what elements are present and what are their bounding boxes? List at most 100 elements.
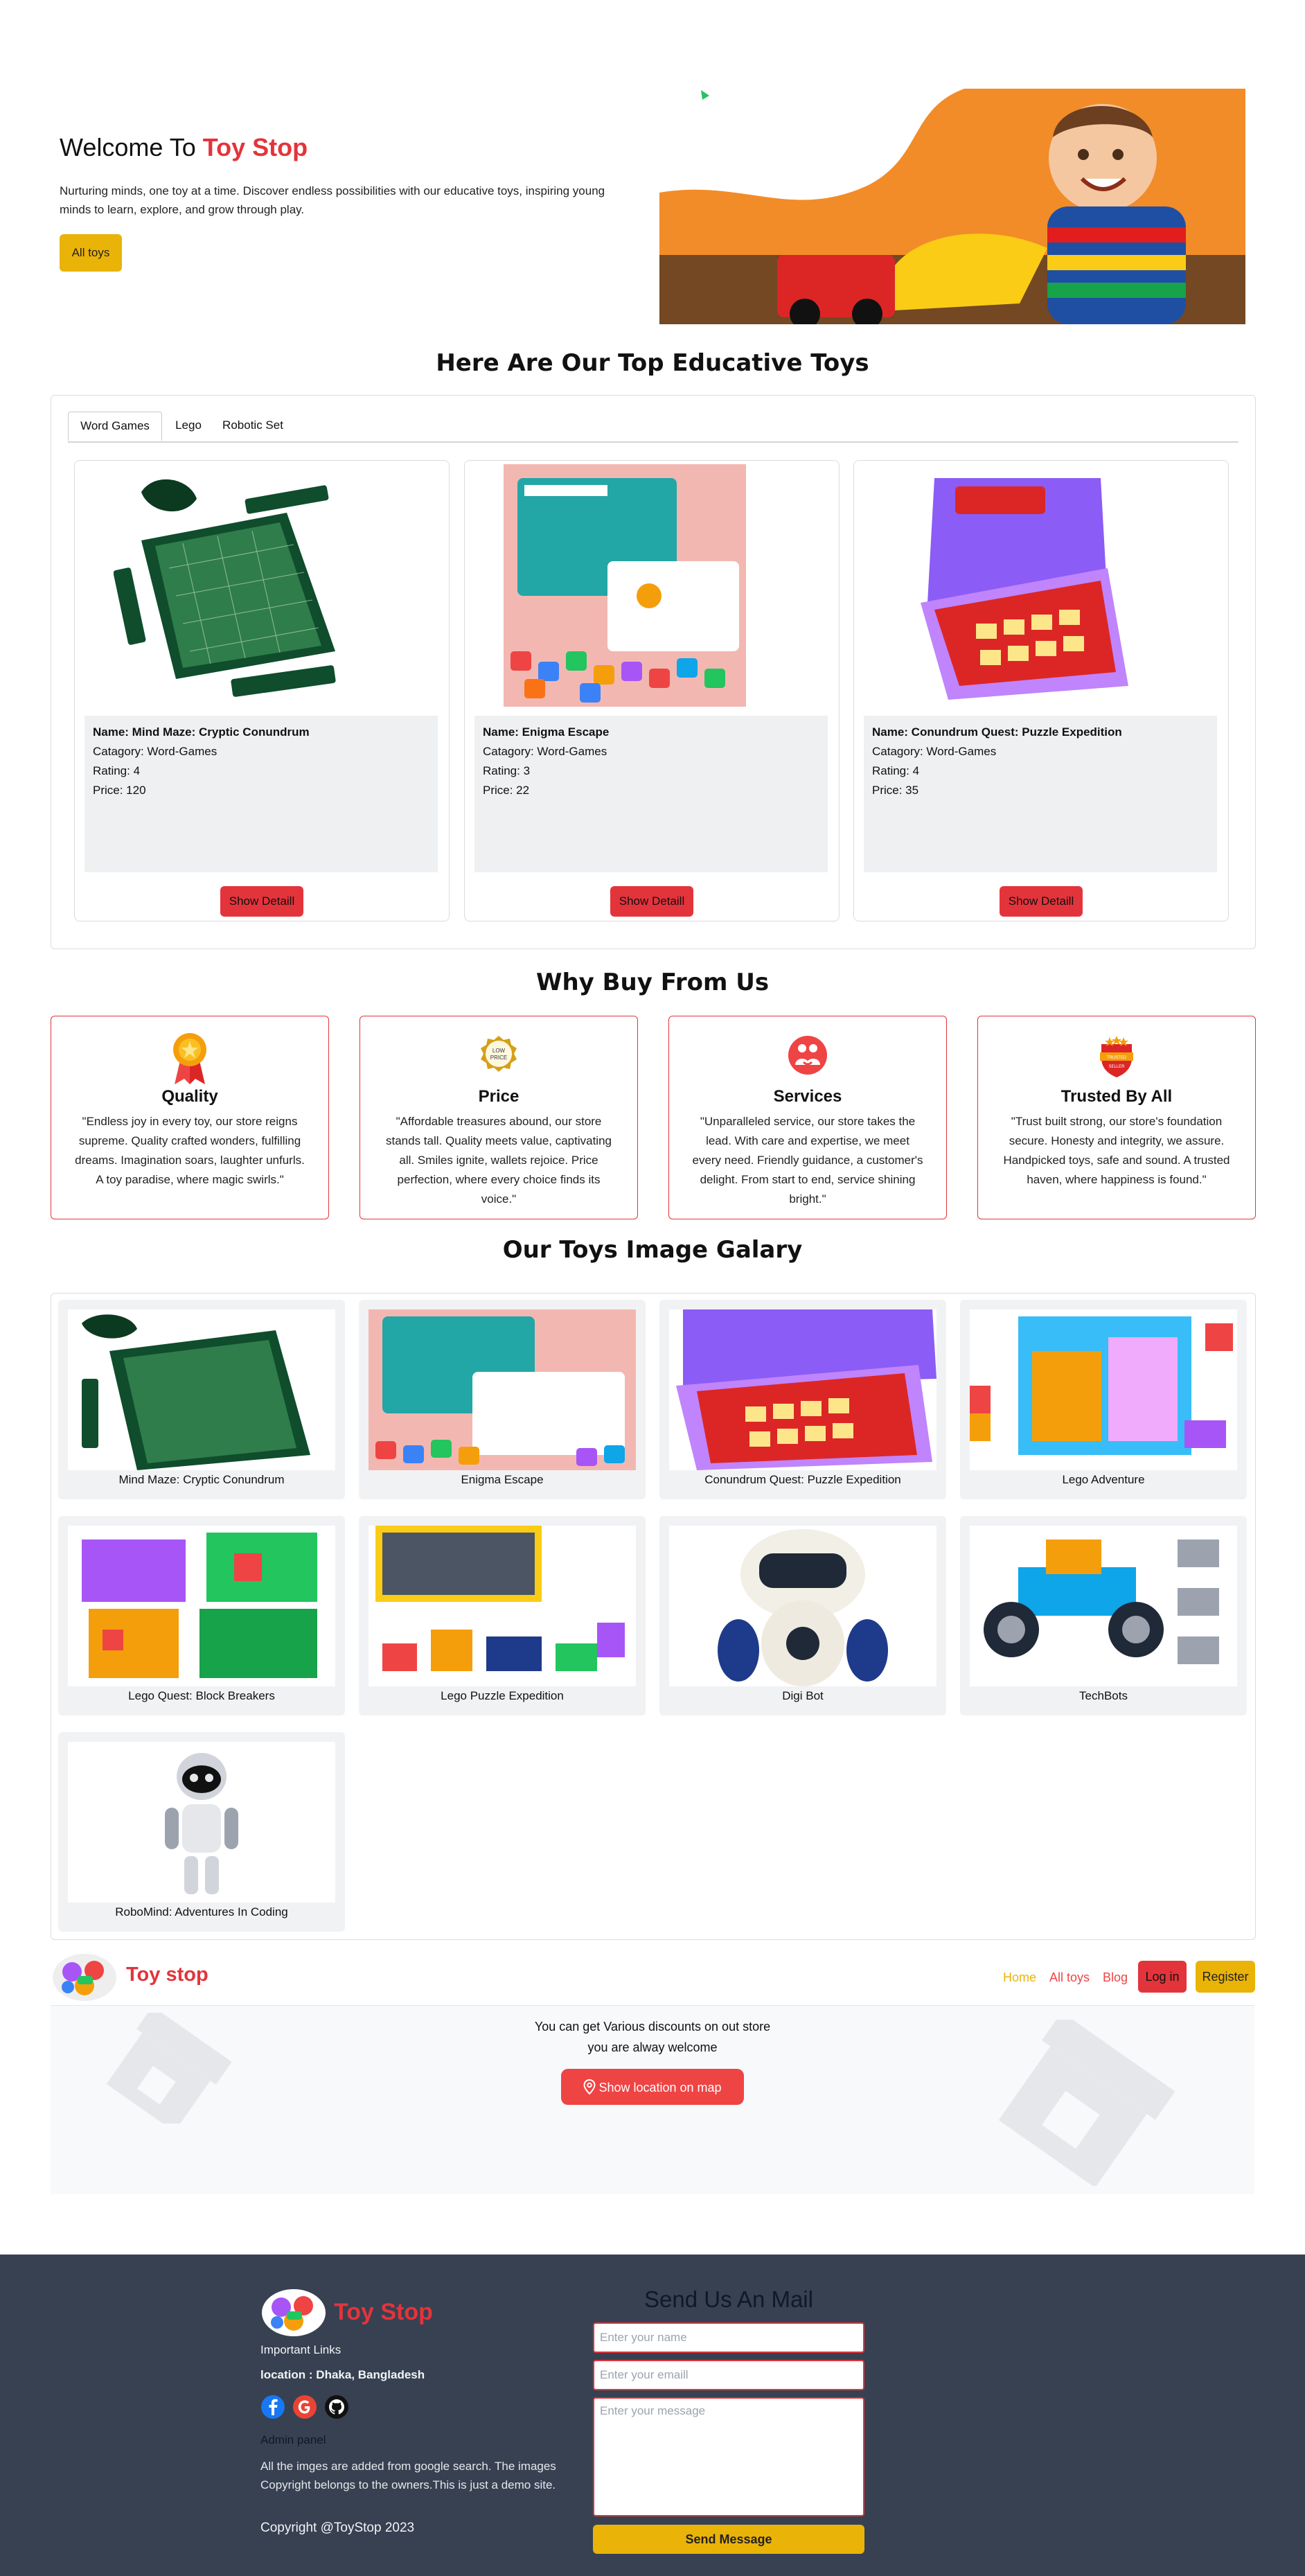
- banner-text: You can get Various discounts on out sto…: [0, 2016, 1305, 2058]
- why-item-title: Services: [773, 1087, 842, 1106]
- gallery-item[interactable]: Enigma Escape: [359, 1300, 646, 1499]
- toy-info: Name: Enigma Escape Catagory: Word-Games…: [474, 716, 828, 872]
- gallery-image: [369, 1309, 636, 1470]
- why-item-title: Quality: [161, 1087, 218, 1106]
- hero-title-brand: Toy Stop: [202, 133, 308, 161]
- toy-image-scrabble: [113, 464, 356, 707]
- tab-lego[interactable]: Lego: [163, 412, 213, 439]
- toy-stop-logo[interactable]: [51, 1951, 118, 2002]
- toy-card: Name: Conundrum Quest: Puzzle Expedition…: [853, 460, 1229, 921]
- why-title: Why Buy From Us: [535, 969, 770, 996]
- footer-copyright: Copyright @ToyStop 2023: [260, 2521, 415, 2535]
- nav-home-link[interactable]: Home: [1003, 1970, 1036, 1985]
- toy-image-spell-board: [893, 464, 1135, 707]
- gallery-item[interactable]: TechBots: [960, 1516, 1247, 1715]
- why-item-text: "Unparalleled service, our store takes t…: [692, 1115, 923, 1206]
- gallery-caption: RoboMind: Adventures In Coding: [115, 1905, 288, 1918]
- toy-rating: Rating: 4: [93, 764, 141, 777]
- why-item-text: "Trust built strong, our store's foundat…: [1003, 1115, 1230, 1186]
- facebook-icon[interactable]: [260, 2394, 285, 2419]
- gallery-image: [669, 1526, 936, 1686]
- toy-rating: Rating: 4: [872, 764, 920, 777]
- gallery-image: [68, 1742, 335, 1903]
- toy-name: Name: Conundrum Quest: Puzzle Expedition: [872, 725, 1122, 739]
- gallery-item[interactable]: Lego Quest: Block Breakers: [58, 1516, 345, 1715]
- send-message-button[interactable]: Send Message: [593, 2525, 864, 2554]
- show-location-button[interactable]: Show location on map: [561, 2069, 744, 2105]
- trusted-label: SELLER: [1108, 1065, 1125, 1069]
- gallery-image: [669, 1309, 936, 1470]
- low-price-label: LOW: [492, 1048, 506, 1054]
- gallery-caption: Lego Quest: Block Breakers: [128, 1689, 275, 1702]
- gallery-item[interactable]: Conundrum Quest: Puzzle Expedition: [659, 1300, 946, 1499]
- low-price-label: PRICE: [490, 1055, 507, 1061]
- nav-blog-link[interactable]: Blog: [1103, 1970, 1128, 1985]
- why-card-quality: Quality "Endless joy in every toy, our s…: [51, 1016, 329, 1219]
- admin-panel-link[interactable]: Admin panel: [260, 2433, 326, 2447]
- show-location-label: Show location on map: [598, 2080, 722, 2094]
- footer-location: location : Dhaka, Bangladesh: [260, 2368, 425, 2382]
- google-icon[interactable]: [292, 2394, 317, 2419]
- trusted-label: TRUSTED: [1107, 1056, 1127, 1060]
- service-people-icon: [788, 1036, 827, 1075]
- toy-card: Name: Enigma Escape Catagory: Word-Games…: [464, 460, 840, 921]
- gallery-caption: Lego Adventure: [1062, 1473, 1145, 1486]
- tab-list: Word Games Lego Robotic Set: [68, 412, 1239, 443]
- low-price-badge-icon: LOW PRICE: [481, 1036, 517, 1072]
- name-input[interactable]: [593, 2322, 864, 2353]
- location-value: Dhaka, Bangladesh: [316, 2368, 425, 2381]
- message-textarea[interactable]: [593, 2397, 864, 2516]
- gallery-item[interactable]: Lego Puzzle Expedition: [359, 1516, 646, 1715]
- show-detail-button[interactable]: Show Detaill: [1000, 886, 1083, 917]
- show-detail-button[interactable]: Show Detaill: [610, 886, 693, 917]
- gallery-item[interactable]: Digi Bot: [659, 1516, 946, 1715]
- toy-name: Name: Mind Maze: Cryptic Conundrum: [93, 725, 310, 739]
- gallery-item[interactable]: Mind Maze: Cryptic Conundrum: [58, 1300, 345, 1499]
- gallery-item[interactable]: RoboMind: Adventures In Coding: [58, 1732, 345, 1932]
- why-card-price: LOW PRICE Price "Affordable treasures ab…: [359, 1016, 638, 1219]
- map-pin-icon: [583, 2079, 596, 2094]
- gallery-caption: TechBots: [1079, 1689, 1128, 1702]
- gallery-title: Our Toys Image Galary: [502, 1236, 803, 1264]
- banner-line-1: You can get Various discounts on out sto…: [534, 2020, 771, 2034]
- toy-category: Catagory: Word-Games: [483, 745, 607, 758]
- top-toys-title: Here Are Our Top Educative Toys: [436, 349, 869, 377]
- email-input[interactable]: [593, 2360, 864, 2390]
- why-item-title: Trusted By All: [1060, 1087, 1173, 1106]
- login-button[interactable]: Log in: [1138, 1961, 1187, 1993]
- gallery-image: [970, 1309, 1237, 1470]
- nav-all-toys-link[interactable]: All toys: [1049, 1970, 1090, 1985]
- hero-image: [659, 82, 1245, 324]
- gallery-caption: Digi Bot: [782, 1689, 824, 1702]
- footer-brand: Toy Stop: [334, 2299, 433, 2325]
- toy-info: Name: Conundrum Quest: Puzzle Expedition…: [864, 716, 1217, 872]
- toy-category: Catagory: Word-Games: [93, 745, 218, 758]
- gallery-caption: Lego Puzzle Expedition: [441, 1689, 564, 1702]
- hero-description: Nurturing minds, one toy at a time. Disc…: [60, 184, 605, 216]
- why-card-trusted: TRUSTED SELLER Trusted By All "Trust bui…: [977, 1016, 1256, 1219]
- all-toys-button[interactable]: All toys: [60, 234, 122, 272]
- toy-name: Name: Enigma Escape: [483, 725, 610, 739]
- register-button[interactable]: Register: [1196, 1961, 1255, 1993]
- important-links[interactable]: Important Links: [260, 2343, 341, 2357]
- why-card-services: Services "Unparalleled service, our stor…: [668, 1016, 947, 1219]
- gallery-caption: Mind Maze: Cryptic Conundrum: [118, 1473, 285, 1486]
- hero-title-prefix: Welcome To: [60, 133, 196, 161]
- gallery-image: [68, 1526, 335, 1686]
- toy-image-spelling-game: [504, 464, 746, 707]
- tab-robotic-set[interactable]: Robotic Set: [215, 412, 291, 439]
- gallery-image: [970, 1526, 1237, 1686]
- toy-card: Name: Mind Maze: Cryptic Conundrum Catag…: [74, 460, 450, 921]
- nav-brand[interactable]: Toy stop: [126, 1964, 208, 1986]
- toy-rating: Rating: 3: [483, 764, 531, 777]
- github-icon[interactable]: [324, 2394, 349, 2419]
- toy-price: Price: 35: [872, 784, 919, 797]
- mail-form-title: Send Us An Mail: [644, 2286, 813, 2312]
- gallery-caption: Enigma Escape: [461, 1473, 544, 1486]
- gallery-image: [369, 1526, 636, 1686]
- why-item-text: "Affordable treasures abound, our store …: [386, 1115, 612, 1206]
- show-detail-button[interactable]: Show Detaill: [220, 886, 303, 917]
- toy-price: Price: 22: [483, 784, 530, 797]
- tab-word-games[interactable]: Word Games: [68, 412, 162, 441]
- gallery-item[interactable]: Lego Adventure: [960, 1300, 1247, 1499]
